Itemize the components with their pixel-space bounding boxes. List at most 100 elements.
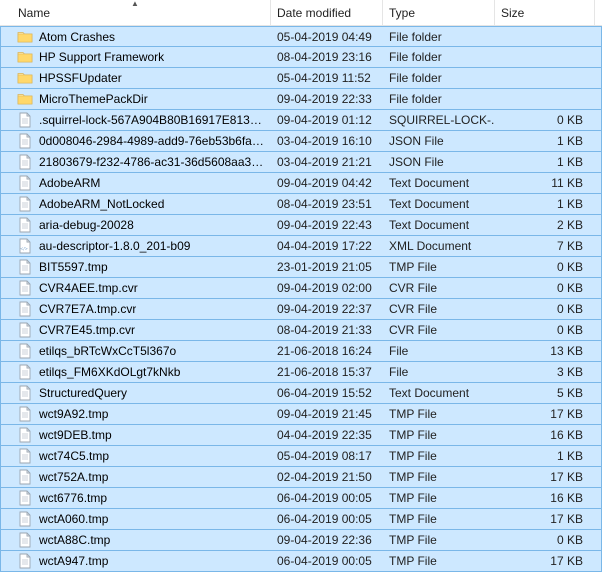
- column-header-size[interactable]: Size: [495, 0, 595, 25]
- file-name-label: .squirrel-lock-567A904B80B16917E813CC...: [39, 113, 265, 127]
- folder-icon: [17, 49, 33, 65]
- file-row[interactable]: wctA947.tmp 06-04-2019 00:05TMP File17 KB: [0, 551, 602, 572]
- cell-size: 0 KB: [495, 323, 589, 337]
- file-row[interactable]: Atom Crashes05-04-2019 04:49File folder: [0, 26, 602, 47]
- cell-size: 3 KB: [495, 365, 589, 379]
- cell-date: 04-04-2019 17:22: [271, 239, 383, 253]
- cell-name: wct6776.tmp: [1, 490, 271, 506]
- cell-size: 0 KB: [495, 260, 589, 274]
- file-icon: [17, 280, 33, 296]
- file-name-label: 0d008046-2984-4989-add9-76eb53b6fa92...: [39, 134, 265, 148]
- cell-type: File folder: [383, 71, 495, 85]
- file-row[interactable]: CVR7E45.tmp.cvr08-04-2019 21:33CVR File0…: [0, 320, 602, 341]
- cell-date: 08-04-2019 23:16: [271, 50, 383, 64]
- cell-date: 06-04-2019 00:05: [271, 554, 383, 568]
- file-row[interactable]: CVR7E7A.tmp.cvr09-04-2019 22:37CVR File0…: [0, 299, 602, 320]
- file-row[interactable]: wctA060.tmp06-04-2019 00:05TMP File17 KB: [0, 509, 602, 530]
- cell-date: 05-04-2019 11:52: [271, 71, 383, 85]
- file-icon: [17, 469, 33, 485]
- cell-name: Atom Crashes: [1, 29, 271, 45]
- cell-date: 09-04-2019 22:37: [271, 302, 383, 316]
- cell-date: 09-04-2019 22:36: [271, 533, 383, 547]
- cell-type: TMP File: [383, 491, 495, 505]
- file-row[interactable]: wctA88C.tmp09-04-2019 22:36TMP File0 KB: [0, 530, 602, 551]
- file-name-label: wctA060.tmp: [39, 512, 108, 526]
- cell-name: 21803679-f232-4786-ac31-36d5608aa3ff.j..…: [1, 154, 271, 170]
- file-name-label: etilqs_bRTcWxCcT5l367o: [39, 344, 176, 358]
- file-row[interactable]: BIT5597.tmp23-01-2019 21:05TMP File0 KB: [0, 257, 602, 278]
- column-header-name[interactable]: Name ▲: [0, 0, 271, 25]
- file-name-label: StructuredQuery: [39, 386, 127, 400]
- cell-size: 17 KB: [495, 512, 589, 526]
- file-row[interactable]: aria-debug-2002809-04-2019 22:43Text Doc…: [0, 215, 602, 236]
- cell-date: 09-04-2019 02:00: [271, 281, 383, 295]
- file-name-label: HP Support Framework: [39, 50, 164, 64]
- cell-name: CVR7E7A.tmp.cvr: [1, 301, 271, 317]
- cell-name: BIT5597.tmp: [1, 259, 271, 275]
- file-icon: [17, 217, 33, 233]
- file-row[interactable]: AdobeARM09-04-2019 04:42Text Document11 …: [0, 173, 602, 194]
- file-row[interactable]: 0d008046-2984-4989-add9-76eb53b6fa92...0…: [0, 131, 602, 152]
- cell-date: 09-04-2019 04:42: [271, 176, 383, 190]
- cell-date: 09-04-2019 01:12: [271, 113, 383, 127]
- file-row[interactable]: 21803679-f232-4786-ac31-36d5608aa3ff.j..…: [0, 152, 602, 173]
- xml-file-icon: [17, 238, 33, 254]
- column-header-date[interactable]: Date modified: [271, 0, 383, 25]
- file-row[interactable]: wct6776.tmp06-04-2019 00:05TMP File16 KB: [0, 488, 602, 509]
- file-icon: [17, 112, 33, 128]
- file-icon: [17, 343, 33, 359]
- cell-size: 16 KB: [495, 428, 589, 442]
- file-row[interactable]: au-descriptor-1.8.0_201-b09 04-04-2019 17…: [0, 236, 602, 257]
- file-row[interactable]: CVR4AEE.tmp.cvr09-04-2019 02:00CVR File0…: [0, 278, 602, 299]
- file-name-label: AdobeARM: [39, 176, 100, 190]
- file-row[interactable]: wct9A92.tmp09-04-2019 21:45TMP File17 KB: [0, 404, 602, 425]
- cell-type: File: [383, 365, 495, 379]
- file-name-label: wctA947.tmp: [39, 554, 108, 568]
- cell-name: etilqs_bRTcWxCcT5l367o: [1, 343, 271, 359]
- file-icon: [17, 322, 33, 338]
- file-list: Atom Crashes05-04-2019 04:49File folderH…: [0, 26, 602, 572]
- cell-size: 17 KB: [495, 554, 589, 568]
- file-row[interactable]: MicroThemePackDir09-04-2019 22:33File fo…: [0, 89, 602, 110]
- file-icon: [17, 532, 33, 548]
- cell-size: 5 KB: [495, 386, 589, 400]
- cell-type: CVR File: [383, 302, 495, 316]
- cell-type: CVR File: [383, 323, 495, 337]
- file-row[interactable]: HP Support Framework08-04-2019 23:16File…: [0, 47, 602, 68]
- file-row[interactable]: wct74C5.tmp05-04-2019 08:17TMP File1 KB: [0, 446, 602, 467]
- file-row[interactable]: HPSSFUpdater05-04-2019 11:52File folder: [0, 68, 602, 89]
- file-row[interactable]: StructuredQuery06-04-2019 15:52Text Docu…: [0, 383, 602, 404]
- file-row[interactable]: etilqs_FM6XKdOLgt7kNkb21-06-2018 15:37Fi…: [0, 362, 602, 383]
- cell-size: 1 KB: [495, 134, 589, 148]
- cell-date: 05-04-2019 08:17: [271, 449, 383, 463]
- sort-indicator-asc-icon: ▲: [131, 0, 139, 8]
- file-icon: [17, 259, 33, 275]
- file-icon: [17, 385, 33, 401]
- cell-name: CVR7E45.tmp.cvr: [1, 322, 271, 338]
- file-row[interactable]: .squirrel-lock-567A904B80B16917E813CC...…: [0, 110, 602, 131]
- cell-name: wctA947.tmp: [1, 553, 271, 569]
- column-header-label: Date modified: [277, 6, 351, 20]
- cell-name: wct752A.tmp: [1, 469, 271, 485]
- file-row[interactable]: AdobeARM_NotLocked08-04-2019 23:51Text D…: [0, 194, 602, 215]
- file-name-label: au-descriptor-1.8.0_201-b09: [39, 239, 190, 253]
- file-name-label: BIT5597.tmp: [39, 260, 108, 274]
- cell-date: 05-04-2019 04:49: [271, 30, 383, 44]
- file-name-label: MicroThemePackDir: [39, 92, 148, 106]
- cell-type: TMP File: [383, 554, 495, 568]
- file-row[interactable]: wct9DEB.tmp04-04-2019 22:35TMP File16 KB: [0, 425, 602, 446]
- cell-size: 1 KB: [495, 155, 589, 169]
- cell-type: CVR File: [383, 281, 495, 295]
- cell-date: 08-04-2019 21:33: [271, 323, 383, 337]
- file-name-label: etilqs_FM6XKdOLgt7kNkb: [39, 365, 180, 379]
- file-row[interactable]: wct752A.tmp02-04-2019 21:50TMP File17 KB: [0, 467, 602, 488]
- cell-date: 09-04-2019 22:33: [271, 92, 383, 106]
- cell-name: wctA060.tmp: [1, 511, 271, 527]
- cell-type: TMP File: [383, 470, 495, 484]
- cell-size: 7 KB: [495, 239, 589, 253]
- cell-type: XML Document: [383, 239, 495, 253]
- file-name-label: wct6776.tmp: [39, 491, 107, 505]
- file-row[interactable]: etilqs_bRTcWxCcT5l367o21-06-2018 16:24Fi…: [0, 341, 602, 362]
- column-header-type[interactable]: Type: [383, 0, 495, 25]
- cell-name: wct9A92.tmp: [1, 406, 271, 422]
